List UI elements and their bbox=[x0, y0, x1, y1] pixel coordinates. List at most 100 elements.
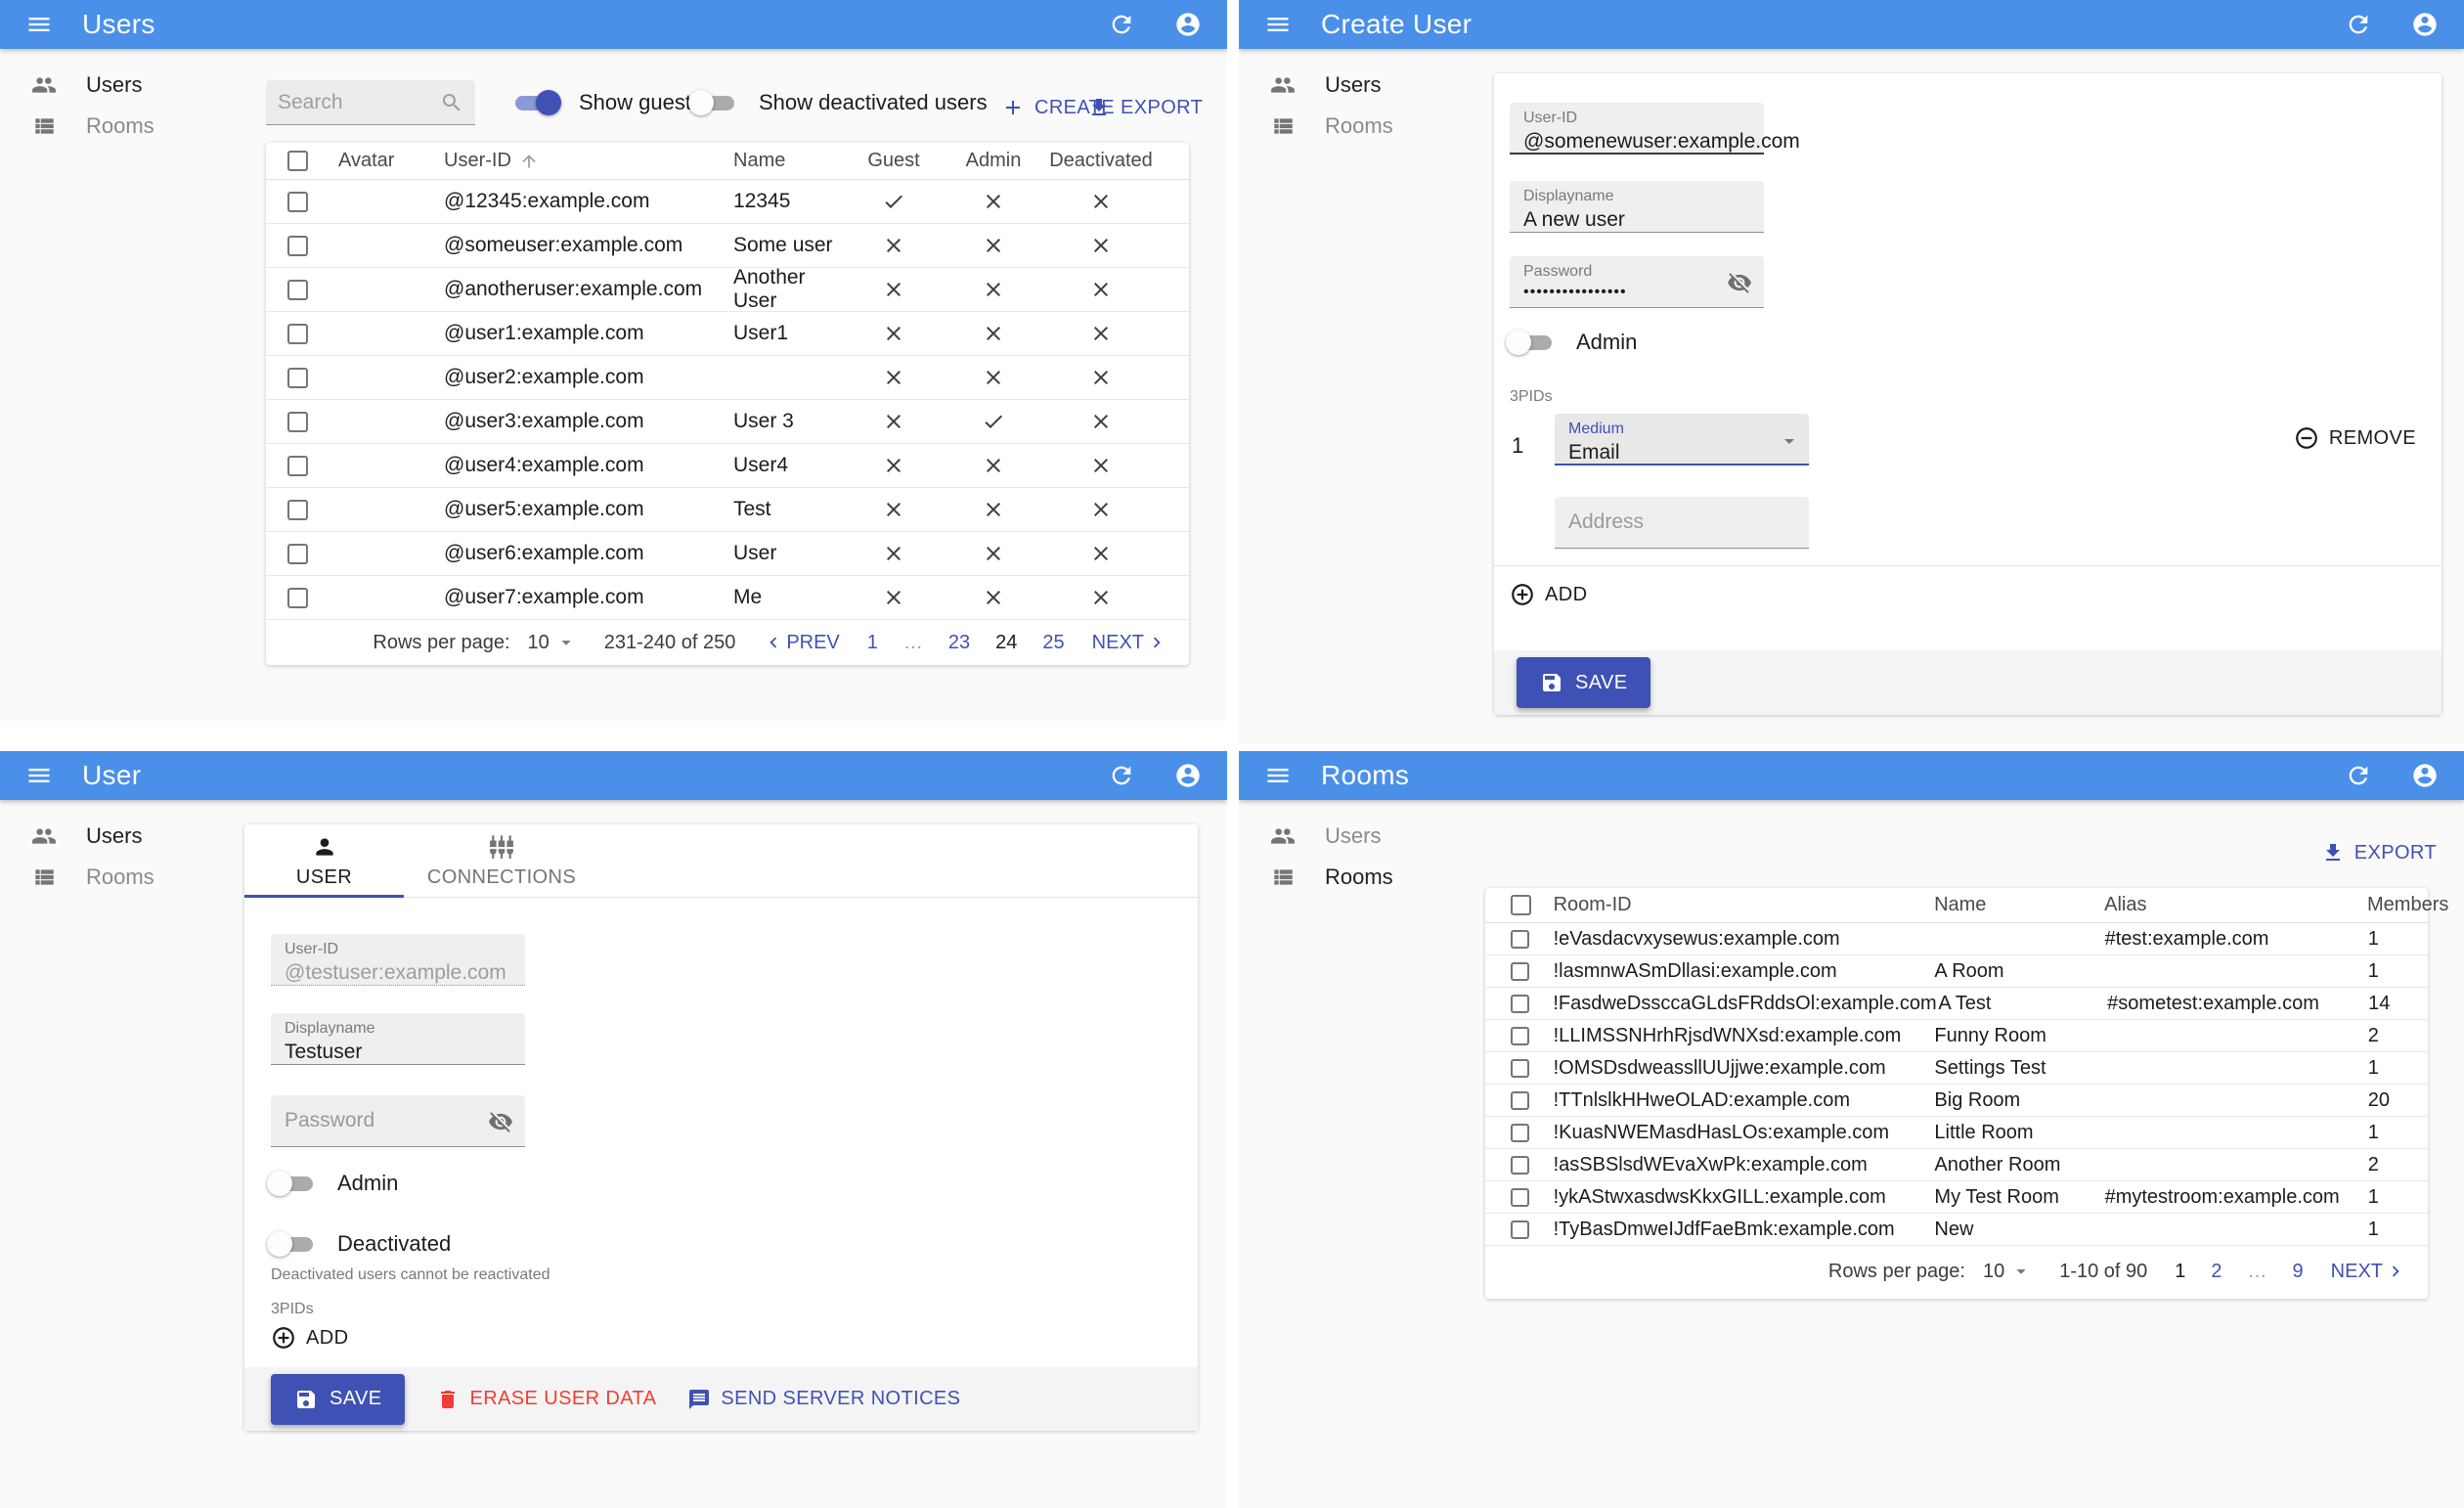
page-number[interactable]: 9 bbox=[2293, 1261, 2304, 1283]
search-input[interactable] bbox=[278, 90, 430, 114]
refresh-button[interactable] bbox=[1108, 762, 1135, 789]
account-button[interactable] bbox=[1174, 762, 1202, 789]
table-row[interactable]: @user2:example.com bbox=[266, 356, 1189, 400]
table-row[interactable]: @user1:example.com User1 bbox=[266, 312, 1189, 356]
row-checkbox[interactable] bbox=[287, 367, 308, 388]
row-checkbox[interactable] bbox=[1511, 929, 1529, 949]
admin-switch[interactable] bbox=[265, 1169, 322, 1198]
row-checkbox[interactable] bbox=[1511, 1026, 1529, 1045]
save-button[interactable]: SAVE bbox=[1517, 657, 1651, 708]
search-field[interactable] bbox=[266, 80, 475, 125]
table-row[interactable]: !TyBasDmweIJdfFaeBmk:example.com New 1 bbox=[1485, 1214, 2428, 1246]
next-page-button[interactable]: NEXT bbox=[2331, 1261, 2406, 1283]
tab-connections[interactable]: CONNECTIONS bbox=[404, 824, 599, 898]
row-checkbox[interactable] bbox=[1511, 1058, 1529, 1078]
table-row[interactable]: !lasmnwASmDllasi:example.com A Room 1 bbox=[1485, 955, 2428, 988]
row-checkbox[interactable] bbox=[287, 191, 308, 212]
table-row[interactable]: @someuser:example.com Some user bbox=[266, 224, 1189, 268]
sidebar-item-users[interactable]: Users bbox=[0, 816, 252, 857]
table-row[interactable]: @user3:example.com User 3 bbox=[266, 400, 1189, 444]
page-number[interactable]: 1 bbox=[2175, 1261, 2185, 1283]
table-row[interactable]: @user6:example.com User bbox=[266, 532, 1189, 576]
show-guests-switch[interactable] bbox=[506, 88, 563, 117]
table-row[interactable]: !OMSDsdweassllUUjjwe:example.com Setting… bbox=[1485, 1052, 2428, 1085]
sidebar-item-users[interactable]: Users bbox=[1239, 65, 1491, 106]
account-button[interactable] bbox=[2411, 762, 2439, 789]
select-all-checkbox[interactable] bbox=[287, 151, 308, 171]
sidebar-item-rooms[interactable]: Rooms bbox=[0, 857, 252, 898]
table-row[interactable]: @user5:example.com Test bbox=[266, 488, 1189, 532]
dropdown-caret-icon[interactable] bbox=[2010, 1261, 2032, 1282]
header-user-id[interactable]: User-ID bbox=[438, 150, 733, 172]
page-number[interactable]: 25 bbox=[1042, 632, 1064, 654]
displayname-field[interactable]: Displayname Testuser bbox=[271, 1013, 525, 1065]
table-row[interactable]: @user7:example.com Me bbox=[266, 576, 1189, 620]
address-field[interactable]: Address bbox=[1555, 497, 1809, 549]
row-checkbox[interactable] bbox=[287, 411, 308, 432]
refresh-button[interactable] bbox=[2345, 11, 2372, 38]
row-checkbox[interactable] bbox=[1511, 1123, 1529, 1142]
header-room-id[interactable]: Room-ID bbox=[1546, 894, 1924, 916]
sidebar-item-rooms[interactable]: Rooms bbox=[0, 106, 252, 147]
send-server-notices-button[interactable]: SEND SERVER NOTICES bbox=[687, 1388, 960, 1411]
visibility-off-icon[interactable] bbox=[1727, 270, 1752, 295]
table-row[interactable]: !TTnlslkHHweOLAD:example.com Big Room 20 bbox=[1485, 1085, 2428, 1117]
hamburger-menu-button[interactable] bbox=[25, 11, 53, 38]
user-id-field[interactable]: User-ID @somenewuser:example.com bbox=[1510, 103, 1800, 155]
next-page-button[interactable]: NEXT bbox=[1092, 632, 1167, 654]
password-field[interactable]: Password bbox=[271, 1095, 525, 1147]
table-row[interactable]: !ykAStwxasdwsKkxGILL:example.com My Test… bbox=[1485, 1181, 2428, 1214]
account-button[interactable] bbox=[1174, 11, 1202, 38]
hamburger-menu-button[interactable] bbox=[25, 762, 53, 789]
hamburger-menu-button[interactable] bbox=[1264, 11, 1292, 38]
table-row[interactable]: !LLIMSSNHrhRjsdWNXsd:example.com Funny R… bbox=[1485, 1020, 2428, 1052]
row-checkbox[interactable] bbox=[287, 499, 308, 520]
sidebar-item-users[interactable]: Users bbox=[1239, 816, 1491, 857]
table-row[interactable]: @anotheruser:example.com Another User bbox=[266, 266, 1189, 312]
rows-per-page-value[interactable]: 10 bbox=[1983, 1261, 2004, 1283]
row-checkbox[interactable] bbox=[1511, 1090, 1529, 1110]
hamburger-menu-button[interactable] bbox=[1264, 762, 1292, 789]
admin-switch[interactable] bbox=[1504, 328, 1561, 357]
page-number[interactable]: 23 bbox=[948, 632, 970, 654]
row-checkbox[interactable] bbox=[1511, 1220, 1529, 1239]
visibility-off-icon[interactable] bbox=[488, 1109, 513, 1134]
prev-page-button[interactable]: PREV bbox=[763, 632, 840, 654]
medium-select[interactable]: Medium Email bbox=[1555, 414, 1809, 466]
page-number[interactable]: 1 bbox=[867, 632, 878, 654]
sidebar-item-users[interactable]: Users bbox=[0, 65, 252, 106]
row-checkbox[interactable] bbox=[287, 455, 308, 476]
row-checkbox[interactable] bbox=[287, 543, 308, 564]
refresh-button[interactable] bbox=[2345, 762, 2372, 789]
table-row[interactable]: !eVasdacvxysewus:example.com #test:examp… bbox=[1485, 923, 2428, 955]
row-checkbox[interactable] bbox=[1511, 994, 1529, 1013]
save-button[interactable]: SAVE bbox=[271, 1373, 406, 1425]
add-threepid-button[interactable]: ADD bbox=[271, 1325, 348, 1351]
show-deactivated-switch[interactable] bbox=[686, 88, 743, 117]
row-checkbox[interactable] bbox=[1511, 1187, 1529, 1207]
row-checkbox[interactable] bbox=[287, 235, 308, 256]
dropdown-caret-icon[interactable] bbox=[555, 632, 577, 653]
row-checkbox[interactable] bbox=[287, 587, 308, 608]
export-button[interactable]: EXPORT bbox=[2321, 841, 2437, 865]
row-checkbox[interactable] bbox=[287, 323, 308, 344]
row-checkbox[interactable] bbox=[287, 279, 308, 300]
sidebar-item-rooms[interactable]: Rooms bbox=[1239, 857, 1491, 898]
rows-per-page-value[interactable]: 10 bbox=[528, 632, 550, 654]
select-all-checkbox[interactable] bbox=[1511, 895, 1531, 915]
tab-user[interactable]: USER bbox=[244, 824, 404, 898]
erase-user-data-button[interactable]: ERASE USER DATA bbox=[436, 1388, 656, 1411]
deactivated-switch[interactable] bbox=[265, 1229, 322, 1259]
page-number[interactable]: 2 bbox=[2211, 1261, 2222, 1283]
add-threepid-button[interactable]: ADD bbox=[1510, 582, 1587, 607]
table-row[interactable]: !asSBSlsdWEvaXwPk:example.com Another Ro… bbox=[1485, 1149, 2428, 1181]
sidebar-item-rooms[interactable]: Rooms bbox=[1239, 106, 1491, 147]
row-checkbox[interactable] bbox=[1511, 961, 1529, 981]
table-row[interactable]: @user4:example.com User4 bbox=[266, 444, 1189, 488]
refresh-button[interactable] bbox=[1108, 11, 1135, 38]
row-checkbox[interactable] bbox=[1511, 1155, 1529, 1175]
export-button[interactable]: EXPORT bbox=[1087, 96, 1203, 119]
displayname-field[interactable]: Displayname A new user bbox=[1510, 181, 1764, 233]
account-button[interactable] bbox=[2411, 11, 2439, 38]
table-row[interactable]: !KuasNWEMasdHasLOs:example.com Little Ro… bbox=[1485, 1117, 2428, 1149]
